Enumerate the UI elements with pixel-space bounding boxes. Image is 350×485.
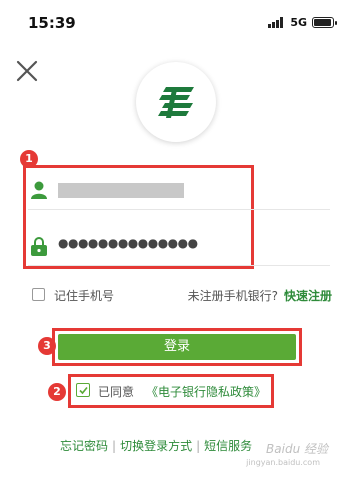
- status-indicators: 5G: [268, 16, 337, 29]
- signal-icon: [268, 17, 284, 28]
- agreement-prefix: 已同意: [98, 385, 135, 399]
- sms-service-link[interactable]: 短信服务: [204, 439, 252, 453]
- agreement-checkbox[interactable]: [76, 383, 90, 397]
- user-icon: [31, 181, 47, 199]
- separator: |: [112, 439, 117, 453]
- battery-fill: [314, 19, 331, 26]
- battery-icon: [312, 17, 337, 28]
- close-icon: [16, 60, 38, 82]
- password-input[interactable]: ●●●●●●●●●●●●●●: [58, 236, 198, 250]
- separator: |: [196, 439, 201, 453]
- close-button[interactable]: [14, 58, 40, 84]
- remember-phone-label[interactable]: 记住手机号: [54, 287, 114, 304]
- annotation-badge-1: 1: [20, 150, 38, 168]
- watermark-sub: jingyan.baidu.com: [246, 458, 320, 467]
- bank-logo: [136, 62, 216, 142]
- remember-row: 记住手机号 未注册手机银行? 快速注册: [30, 285, 332, 305]
- status-time: 15:39: [28, 14, 76, 32]
- quick-register-link[interactable]: 快速注册: [284, 287, 332, 304]
- bottom-links: 忘记密码 | 切换登录方式 | 短信服务: [60, 437, 252, 454]
- watermark: Baidu 经验: [266, 442, 328, 456]
- login-button[interactable]: 登录: [58, 334, 296, 360]
- checkmark-icon: [78, 386, 88, 394]
- privacy-policy-link[interactable]: 《电子银行隐私政策》: [146, 383, 266, 400]
- phone-input-masked[interactable]: [58, 183, 184, 198]
- forgot-password-link[interactable]: 忘记密码: [60, 439, 108, 453]
- status-bar: 15:39 5G: [0, 0, 350, 44]
- switch-login-link[interactable]: 切换登录方式: [120, 439, 192, 453]
- annotation-badge-3: 3: [38, 337, 56, 355]
- postal-logo-icon: [158, 87, 194, 118]
- phone-field-row[interactable]: [28, 172, 330, 210]
- annotation-badge-2: 2: [48, 383, 66, 401]
- unregistered-text: 未注册手机银行?: [187, 289, 278, 303]
- password-field-row[interactable]: ●●●●●●●●●●●●●●: [28, 228, 330, 266]
- lock-icon: [31, 237, 47, 256]
- network-type: 5G: [290, 16, 307, 29]
- remember-phone-checkbox[interactable]: [32, 288, 45, 301]
